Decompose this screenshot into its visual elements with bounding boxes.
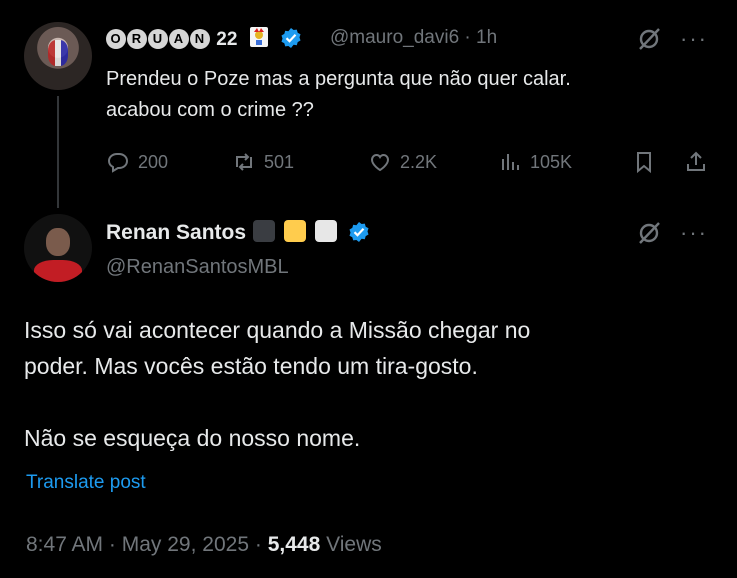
- reply-timestamp[interactable]: · 1h: [464, 27, 497, 48]
- views-icon: [502, 154, 519, 170]
- display-name[interactable]: Renan Santos: [106, 221, 246, 244]
- views-label: Views: [326, 533, 382, 556]
- grok-icon[interactable]: [634, 24, 664, 54]
- views-button[interactable]: 105K: [498, 150, 572, 174]
- more-icon[interactable]: ···: [680, 220, 708, 246]
- reply-icon: [107, 153, 129, 173]
- verified-badge-icon: [281, 28, 301, 48]
- more-icon[interactable]: ···: [680, 26, 708, 52]
- views-count: 5,448: [267, 533, 321, 556]
- like-icon: [370, 153, 390, 172]
- bookmark-button[interactable]: [632, 150, 656, 174]
- main-handle[interactable]: @RenanSantosMBL: [106, 256, 289, 279]
- post-metadata: 8:47 AM · May 29, 2025 · 5,448 Views: [26, 533, 382, 556]
- translate-post-link[interactable]: Translate post: [26, 472, 146, 494]
- name-suffix: 22: [216, 29, 238, 50]
- joker-card-icon: [249, 27, 268, 47]
- post-date[interactable]: May 29, 2025: [122, 533, 249, 556]
- share-icon: [687, 151, 705, 171]
- reply-handle-time[interactable]: @mauro_davi6 · 1h: [330, 27, 497, 49]
- like-button[interactable]: 2.2K: [368, 150, 437, 174]
- yellow-square-emoji: [283, 220, 306, 242]
- reply-handle[interactable]: @mauro_davi6: [330, 27, 459, 48]
- dark-square-emoji: [252, 220, 275, 242]
- name-circle-letters: ORUAN: [106, 29, 211, 49]
- post-time[interactable]: 8:47 AM: [26, 533, 103, 556]
- verified-badge-icon: [349, 222, 369, 242]
- reply-author-avatar[interactable]: [24, 22, 92, 90]
- reply-text: Prendeu o Poze mas a pergunta que não qu…: [106, 68, 571, 121]
- share-button[interactable]: [684, 150, 708, 174]
- reply-button[interactable]: 200: [106, 150, 168, 174]
- main-post-text: Isso só vai acontecer quando a Missão ch…: [24, 317, 531, 451]
- main-author-name[interactable]: Renan Santos: [106, 220, 370, 245]
- reply-author-name[interactable]: ORUAN 22: [106, 26, 302, 51]
- thread-connector-line: [57, 96, 59, 208]
- bookmark-icon: [637, 152, 651, 174]
- repost-button[interactable]: 501: [232, 150, 294, 174]
- main-author-avatar[interactable]: [24, 214, 92, 282]
- repost-icon: [236, 153, 252, 171]
- white-square-emoji: [314, 220, 337, 242]
- grok-icon[interactable]: [634, 218, 664, 248]
